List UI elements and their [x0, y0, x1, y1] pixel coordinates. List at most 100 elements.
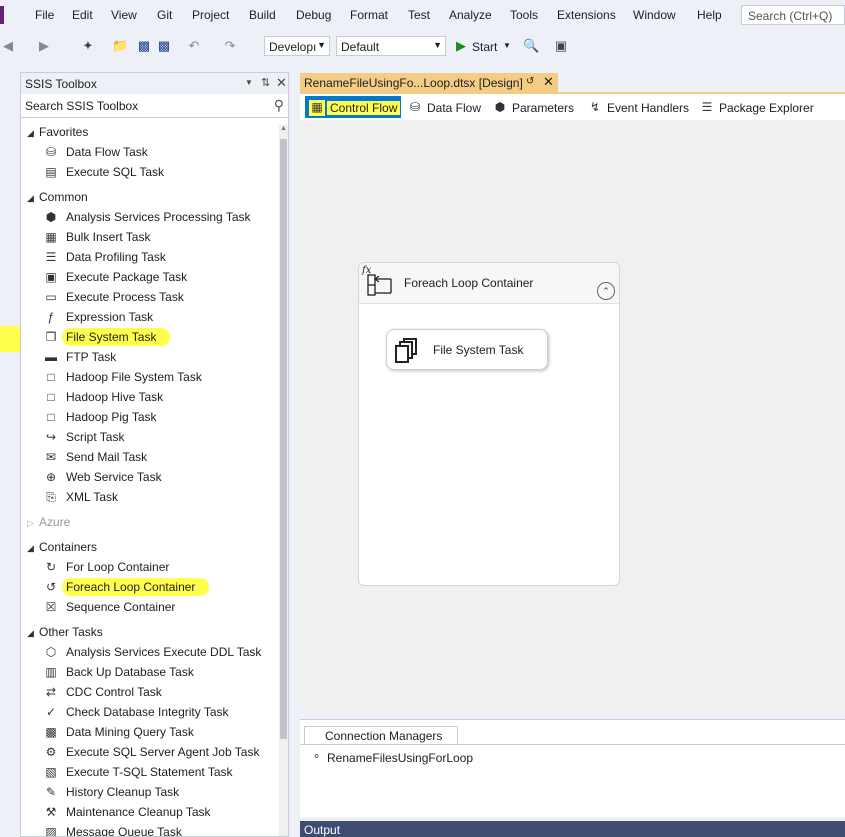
toolbox-item[interactable]: ▭ Execute Process Task	[41, 288, 261, 306]
pin-icon[interactable]: ↺	[526, 76, 534, 87]
menu-extensions[interactable]: Extensions	[557, 8, 616, 22]
tab-connection-managers[interactable]: Connection Managers	[304, 726, 458, 744]
collapse-icon[interactable]: ⌃	[597, 282, 615, 300]
connection-list: ⚬ RenameFilesUsingForLoop	[300, 744, 845, 818]
start-icon[interactable]: ▶	[453, 38, 469, 54]
toolbox-item[interactable]: ↻ For Loop Container	[41, 558, 261, 576]
back-icon[interactable]: ◀	[0, 38, 16, 54]
chevron-down-icon[interactable]: ▼	[503, 41, 511, 50]
toolbox-item[interactable]: ▣ Execute Package Task	[41, 268, 261, 286]
toolbox-item[interactable]: ✓ Check Database Integrity Task	[41, 703, 261, 721]
undo-icon[interactable]: ↶	[186, 38, 202, 54]
toolbox-item[interactable]: ↪ Script Task	[41, 428, 261, 446]
file-system-task[interactable]: File System Task	[386, 329, 548, 370]
menu-build[interactable]: Build	[249, 8, 276, 22]
toolbox-item[interactable]: ▧ Execute T-SQL Statement Task	[41, 763, 261, 781]
ssis-toolbox-panel: SSIS Toolbox ▼ ⇅ ✕ Search SSIS Toolbox ⚲…	[20, 72, 289, 837]
tab-event-handlers[interactable]: ↯ Event Handlers	[583, 96, 693, 118]
expanded-icon[interactable]: ◢	[27, 543, 39, 554]
dropdown-icon[interactable]: ▼	[245, 78, 253, 87]
toolbox-item[interactable]: ⬢ Analysis Services Processing Task	[41, 208, 261, 226]
toolbox-item[interactable]: ▨ Message Queue Task	[41, 823, 261, 836]
menu-window[interactable]: Window	[633, 8, 676, 22]
toolbox-item[interactable]: ☰ Data Profiling Task	[41, 248, 261, 266]
foreach-loop-icon: fx	[361, 265, 392, 296]
tab-control-flow[interactable]: ▦ Control Flow	[305, 96, 401, 118]
open-folder-icon[interactable]: 📁	[112, 38, 128, 54]
toolbox-item[interactable]: ƒ Expression Task	[41, 308, 261, 326]
container-header[interactable]: fx Foreach Loop Container ⌃	[359, 263, 619, 304]
toolbox-item[interactable]: □ Hadoop Hive Task	[41, 388, 261, 406]
toolbox-item[interactable]: □ Hadoop File System Task	[41, 368, 261, 386]
tab-parameters[interactable]: ⬢ Parameters	[488, 96, 578, 118]
menu-test[interactable]: Test	[408, 8, 430, 22]
save-icon[interactable]: ▩	[136, 38, 152, 54]
toolbox-item-label: Data Flow Task	[66, 145, 148, 159]
scroll-up-icon[interactable]: ▲	[279, 125, 288, 137]
close-icon[interactable]: ✕	[276, 75, 287, 91]
toolbox-item[interactable]: ⎘ XML Task	[41, 488, 261, 506]
tab-data-flow[interactable]: ⛁ Data Flow	[403, 96, 483, 118]
toolbox-item[interactable]: ✉ Send Mail Task	[41, 448, 261, 466]
toolbox-item[interactable]: ☒ Sequence Container	[41, 598, 261, 616]
menu-format[interactable]: Format	[350, 8, 388, 22]
expanded-icon[interactable]: ◢	[27, 193, 39, 204]
forward-icon[interactable]: ▶	[36, 38, 52, 54]
toolbox-group-containers[interactable]: ◢ Containers	[27, 540, 97, 554]
sequence-icon: ☒	[45, 600, 57, 614]
toolbox-search-input[interactable]: Search SSIS Toolbox ⚲	[21, 95, 288, 118]
toolbar: ◀ ▶ ✦ 📁 ▩ ▩ ↶ ↷ Developı ▼ Default ▼ ▶ S…	[0, 32, 845, 60]
toolbox-item[interactable]: ⚒ Maintenance Cleanup Task	[41, 803, 261, 821]
new-project-icon[interactable]: ✦	[80, 38, 96, 54]
toolbox-item[interactable]: ⇄ CDC Control Task	[41, 683, 261, 701]
toolbox-item[interactable]: ▬ FTP Task	[41, 348, 261, 366]
toolbox-item[interactable]: ▤ Execute SQL Task	[41, 163, 261, 181]
toolbox-item[interactable]: ❐ File System Task	[41, 328, 261, 346]
redo-icon[interactable]: ↷	[222, 38, 238, 54]
close-icon[interactable]: ✕	[543, 74, 554, 90]
collapsed-icon[interactable]: ▷	[27, 518, 39, 529]
menu-edit[interactable]: Edit	[72, 8, 93, 22]
find-in-files-icon[interactable]: 🔍	[523, 38, 539, 54]
document-tab[interactable]: RenameFileUsingFo...Loop.dtsx [Design] ↺…	[300, 73, 558, 92]
toolbox-toggle-icon[interactable]: ▣	[553, 38, 569, 54]
foreach-loop-container[interactable]: fx Foreach Loop Container ⌃ File System …	[358, 262, 620, 586]
toolbox-scrollbar[interactable]: ▲	[279, 125, 288, 836]
toolbox-item-label: Web Service Task	[66, 470, 162, 484]
menu-debug[interactable]: Debug	[296, 8, 331, 22]
menu-project[interactable]: Project	[192, 8, 229, 22]
toolbox-item[interactable]: ▥ Back Up Database Task	[41, 663, 261, 681]
control-flow-canvas[interactable]: fx Foreach Loop Container ⌃ File System …	[300, 120, 845, 715]
toolbox-item[interactable]: ⬡ Analysis Services Execute DDL Task	[41, 643, 262, 661]
toolbox-item[interactable]: ↺ Foreach Loop Container	[41, 578, 261, 596]
menu-tools[interactable]: Tools	[510, 8, 538, 22]
menu-view[interactable]: View	[111, 8, 137, 22]
tab-package-explorer[interactable]: ☰ Package Explorer	[695, 96, 815, 118]
toolbox-group-favorites[interactable]: ◢ Favorites	[27, 125, 88, 139]
menu-git[interactable]: Git	[157, 8, 172, 22]
toolbox-item[interactable]: ▩ Data Mining Query Task	[41, 723, 261, 741]
expanded-icon[interactable]: ◢	[27, 628, 39, 639]
start-button[interactable]: Start	[472, 40, 497, 54]
toolbox-group-other-tasks[interactable]: ◢ Other Tasks	[27, 625, 103, 639]
menu-file[interactable]: File	[35, 8, 54, 22]
scrollbar-thumb[interactable]	[280, 139, 287, 739]
toolbox-group-common[interactable]: ◢ Common	[27, 190, 88, 204]
toolbox-item[interactable]: ▦ Bulk Insert Task	[41, 228, 261, 246]
toolbox-item[interactable]: ⚙ Execute SQL Server Agent Job Task	[41, 743, 261, 761]
toolbox-item[interactable]: ✎ History Cleanup Task	[41, 783, 261, 801]
platform-dropdown[interactable]: Default ▼	[336, 36, 446, 56]
toolbox-item[interactable]: □ Hadoop Pig Task	[41, 408, 261, 426]
quick-search-input[interactable]: Search (Ctrl+Q)	[741, 5, 845, 25]
output-panel-header[interactable]: Output	[300, 821, 845, 837]
integrity-icon: ✓	[45, 705, 57, 719]
toolbox-item[interactable]: ⛁ Data Flow Task	[41, 143, 261, 161]
toolbox-group-azure[interactable]: ▷ Azure	[27, 515, 70, 529]
pin-icon[interactable]: ⇅	[261, 76, 270, 89]
save-all-icon[interactable]: ▩	[156, 38, 172, 54]
toolbox-item[interactable]: ⊕ Web Service Task	[41, 468, 261, 486]
menu-analyze[interactable]: Analyze	[449, 8, 492, 22]
configuration-dropdown[interactable]: Developı ▼	[264, 36, 330, 56]
menu-help[interactable]: Help	[697, 8, 722, 22]
expanded-icon[interactable]: ◢	[27, 128, 39, 139]
